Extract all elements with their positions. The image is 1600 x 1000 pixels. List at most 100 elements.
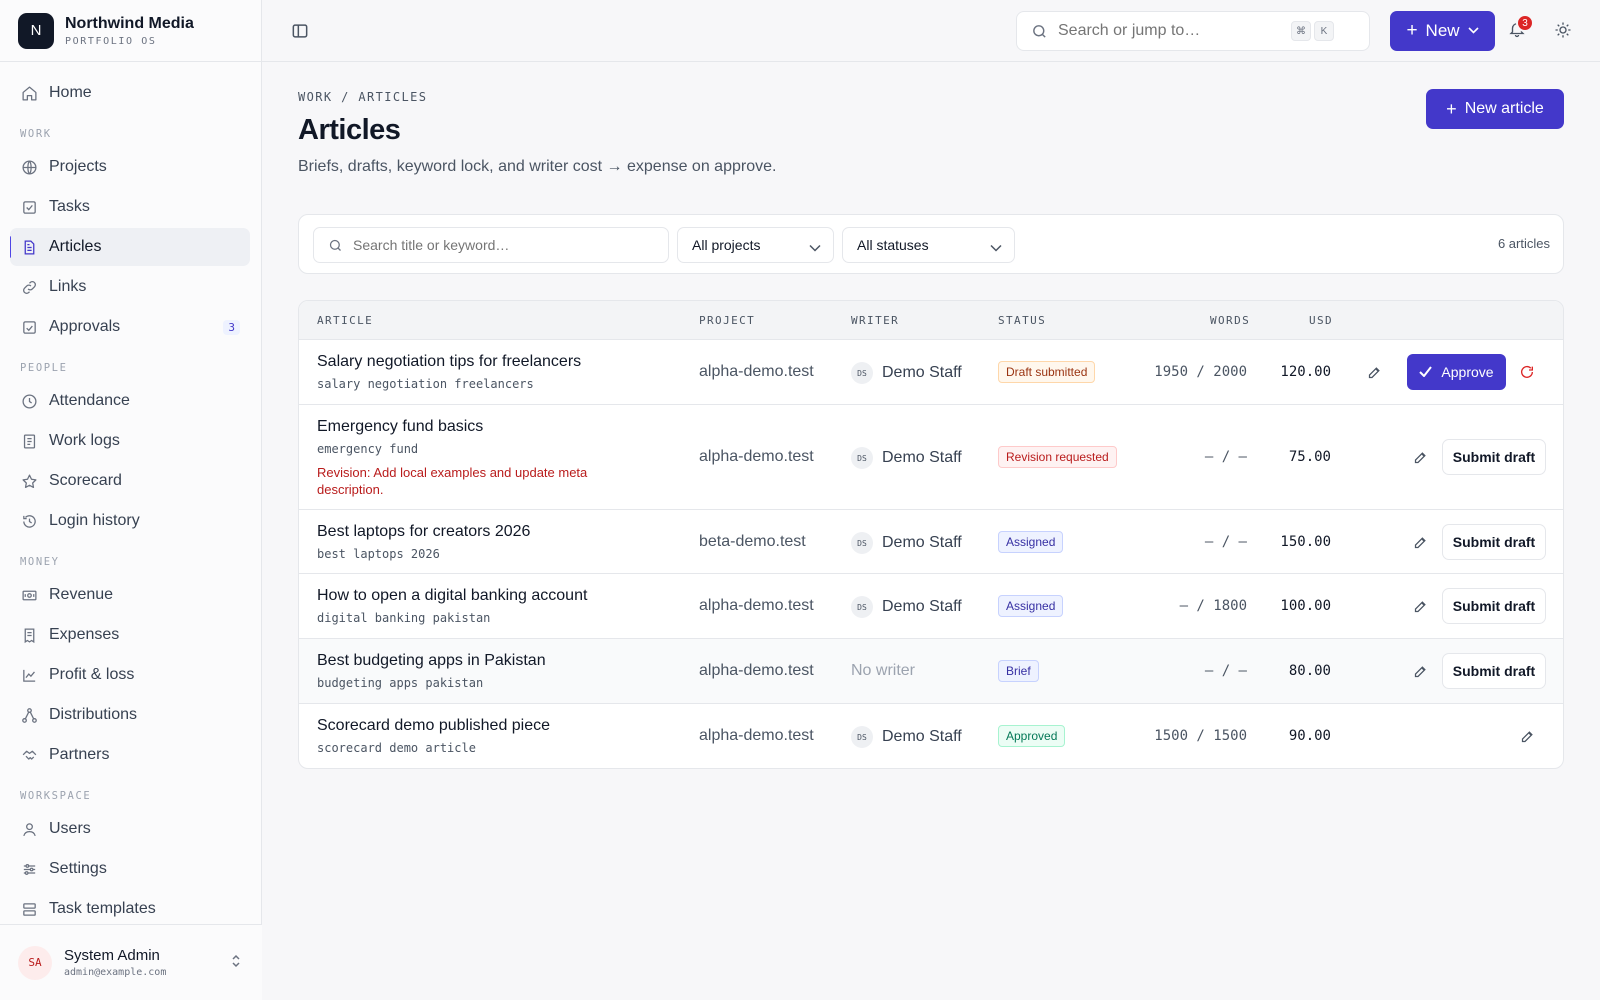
request-revision-icon[interactable] [1517,362,1537,382]
page-title: Articles [298,114,401,146]
filter-bar: All projects All statuses 6 articles [298,214,1564,274]
project-filter-select[interactable]: All projects [677,227,834,263]
col-status: STATUS [998,314,1047,327]
sidebar-item-articles[interactable]: Articles [10,228,250,266]
sidebar-item-label: Revenue [49,586,114,603]
sidebar-item-home[interactable]: Home [10,74,250,112]
sidebar-item-label: Links [49,278,87,295]
article-words: 1500 / 1500 [1154,728,1247,744]
writer-name: Demo Staff [882,598,962,615]
clock-icon [20,392,38,410]
sidebar-item-tasks[interactable]: Tasks [10,188,250,226]
new-button[interactable]: + New [1390,11,1495,51]
edit-pencil-icon[interactable] [1410,661,1430,681]
article-title[interactable]: Best laptops for creators 2026 [317,523,530,541]
article-title[interactable]: Emergency fund basics [317,418,637,436]
writer-avatar: DS [851,726,873,748]
user-email: admin@example.com [64,967,167,978]
edit-pencil-icon[interactable] [1410,447,1430,467]
sidebar-item-label: Distributions [49,706,138,723]
checkbox-icon [20,198,38,216]
writer-avatar: DS [851,596,873,618]
article-search-input[interactable] [353,237,653,253]
sidebar-item-label: Work logs [49,432,120,449]
article-usd: 150.00 [1280,534,1331,550]
article-keyword: digital banking pakistan [317,611,491,625]
article-writer: DS Demo Staff [851,362,962,384]
edit-pencil-icon[interactable] [1410,596,1430,616]
brand-logo: N [18,12,54,49]
approve-button[interactable]: Approve [1407,354,1506,390]
sidebar-item-label: Users [49,820,91,837]
article-project: alpha-demo.test [699,727,814,744]
article-keyword: budgeting apps pakistan [317,676,484,690]
sidebar-item-work-logs[interactable]: Work logs [10,422,250,460]
table-row[interactable]: Emergency fund basics emergency fund Rev… [299,405,1563,510]
article-keyword: salary negotiation freelancers [317,377,534,391]
submit-draft-button[interactable]: Submit draft [1442,588,1546,624]
sidebar-item-users[interactable]: Users [10,810,250,848]
new-article-button[interactable]: + New article [1426,89,1564,129]
table-row[interactable]: Salary negotiation tips for freelancers … [299,340,1563,405]
topbar: ⌘ K + New 3 [262,0,1600,62]
article-search[interactable] [313,227,669,263]
table-row[interactable]: Best budgeting apps in Pakistan budgetin… [299,639,1563,704]
global-search-input[interactable] [1058,22,1288,40]
submit-draft-button[interactable]: Submit draft [1442,524,1546,560]
table-row[interactable]: Scorecard demo published piece scorecard… [299,704,1563,768]
approvals-count-badge: 3 [223,319,240,335]
sidebar-item-attendance[interactable]: Attendance [10,382,250,420]
sidebar-item-expenses[interactable]: Expenses [10,616,250,654]
sidebar-item-settings[interactable]: Settings [10,850,250,888]
sidebar-item-task-templates[interactable]: Task templates [10,890,250,924]
article-words: 1950 / 2000 [1154,364,1247,380]
submit-draft-button[interactable]: Submit draft [1442,439,1546,475]
sidebar-toggle-icon[interactable] [290,21,310,41]
edit-pencil-icon[interactable] [1410,532,1430,552]
sidebar-item-partners[interactable]: Partners [10,736,250,774]
sidebar-item-login-history[interactable]: Login history [10,502,250,540]
sidebar-item-label: Attendance [49,392,130,409]
sun-icon[interactable] [1554,21,1574,41]
edit-pencil-icon[interactable] [1364,362,1384,382]
article-project: alpha-demo.test [699,597,814,614]
search-icon [328,238,343,253]
sidebar-nav: Home WORK Projects Tasks Articles Links … [10,74,250,924]
article-usd: 80.00 [1288,663,1331,679]
edit-pencil-icon[interactable] [1517,726,1537,746]
sidebar-item-label: Scorecard [49,472,122,489]
article-title[interactable]: Scorecard demo published piece [317,717,550,735]
sidebar-item-approvals[interactable]: Approvals 3 [10,308,250,346]
globe-icon [20,158,38,176]
status-badge: Assigned [998,595,1064,617]
col-project: PROJECT [699,314,756,327]
article-title[interactable]: Best budgeting apps in Pakistan [317,652,546,670]
nav-section-money: MONEY [20,556,60,568]
approve-label: Approve [1441,364,1494,380]
sidebar-item-profit-loss[interactable]: Profit & loss [10,656,250,694]
banknote-icon [20,586,38,604]
project-filter-value: All projects [692,237,761,253]
sidebar-item-projects[interactable]: Projects [10,148,250,186]
sidebar-item-distributions[interactable]: Distributions [10,696,250,734]
revision-note: Revision: Add local examples and update … [317,465,588,497]
table-row[interactable]: How to open a digital banking account di… [299,574,1563,639]
sidebar-item-label: Tasks [49,198,90,215]
sidebar-item-revenue[interactable]: Revenue [10,576,250,614]
sidebar-item-label: Expenses [49,626,120,643]
global-search[interactable]: ⌘ K [1016,11,1370,51]
sidebar-item-links[interactable]: Links [10,268,250,306]
brand-header[interactable]: N Northwind Media PORTFOLIO OS [0,0,261,62]
status-filter-select[interactable]: All statuses [842,227,1015,263]
sidebar-item-scorecard[interactable]: Scorecard [10,462,250,500]
brand-tagline: PORTFOLIO OS [65,35,157,47]
notebook-icon [20,432,38,450]
table-row[interactable]: Best laptops for creators 2026 best lapt… [299,510,1563,574]
submit-draft-button[interactable]: Submit draft [1442,653,1546,689]
article-project: alpha-demo.test [699,363,814,380]
article-title[interactable]: How to open a digital banking account [317,587,587,605]
sidebar: N Northwind Media PORTFOLIO OS Home WORK… [0,0,262,1000]
article-title[interactable]: Salary negotiation tips for freelancers [317,353,581,371]
user-menu[interactable]: SA System Admin admin@example.com [0,924,262,1000]
writer-name: Demo Staff [882,534,962,551]
